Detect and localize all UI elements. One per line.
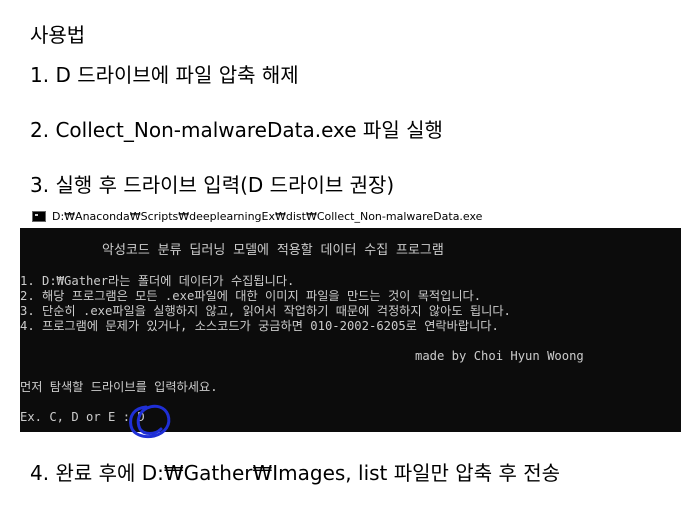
console-prompt: 먼저 탐색할 드라이브를 입력하세요.: [20, 380, 218, 394]
console-info-line: 2. 해당 프로그램은 모든 .exe파일에 대한 이미지 파일을 만드는 것이…: [20, 289, 482, 303]
console-header: 악성코드 분류 딥러닝 모델에 적용할 데이터 수집 프로그램: [102, 243, 444, 258]
console-info-line: 1. D:₩Gather라는 폴더에 데이터가 수집됩니다.: [20, 274, 295, 288]
step-1: 1. D 드라이브에 파일 압축 해제: [30, 63, 299, 87]
usage-title: 사용법: [30, 23, 86, 47]
step-4: 4. 완료 후에 D:₩Gather₩Images, list 파일만 압축 후…: [30, 461, 561, 485]
console-window-titlebar[interactable]: D:₩Anaconda₩Scripts₩deeplearningEx₩dist₩…: [20, 204, 681, 228]
console-credit: made by Choi Hyun Woong: [415, 349, 584, 363]
console-info-line: 3. 단순히 .exe파일을 실행하지 않고, 읽어서 작업하기 때문에 걱정하…: [20, 304, 511, 318]
console-app-icon: [32, 210, 46, 222]
console-output[interactable]: 악성코드 분류 딥러닝 모델에 적용할 데이터 수집 프로그램 1. D:₩Ga…: [20, 228, 681, 432]
step-2: 2. Collect_Non-malwareData.exe 파일 실행: [30, 118, 443, 142]
console-info-line: 4. 프로그램에 문제가 있거나, 소스코드가 궁금하면 010-2002-62…: [20, 319, 499, 333]
window-title: D:₩Anaconda₩Scripts₩deeplearningEx₩dist₩…: [52, 209, 483, 223]
step-3: 3. 실행 후 드라이브 입력(D 드라이브 권장): [30, 173, 395, 197]
annotation-circle: [129, 404, 171, 439]
